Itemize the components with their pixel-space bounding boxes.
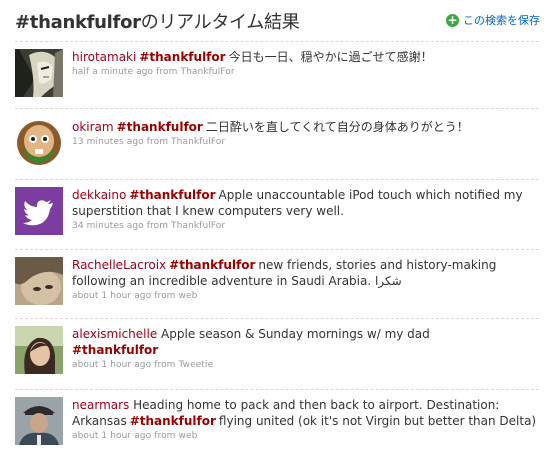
source-link[interactable]: web [179,431,198,441]
bearded-cartoon-icon [15,119,63,167]
profile-photo-icon [15,257,63,305]
from-label: from [154,431,176,441]
tweet-text-line: hirotamaki #thankfulfor 今日も一日、穏やかに過ごせて感謝！ [72,49,539,65]
title-suffix: のリアルタイム結果 [140,12,300,33]
username-link[interactable]: okiram [72,120,114,134]
timestamp-link[interactable]: 13 minutes ago [72,137,144,147]
tweet-item: hirotamaki #thankfulfor 今日も一日、穏やかに過ごせて感謝！ … [15,41,539,108]
avatar[interactable] [15,326,63,374]
save-search-label: この検索を保存 [463,14,540,27]
username-link[interactable]: dekkaino [72,188,126,202]
tweet-text-line: okiram #thankfulfor 二日酔いを直してくれて自分の身体ありがとう！ [72,119,539,135]
tweet-text: 今日も一日、穏やかに過ごせて感謝！ [228,50,433,64]
from-label: from [146,221,169,231]
tweet-text-line: #thankfulfor [72,342,539,358]
tweet-meta: 34 minutes ago from ThankfulFor [72,221,539,231]
tweet-meta: about 1 hour ago from web [72,291,539,301]
timestamp-link[interactable]: half a minute ago [72,67,153,77]
tweet-text-line: alexismichelle Apple season & Sunday mor… [72,326,539,342]
username-link[interactable]: alexismichelle [72,327,157,341]
tweet-text-line: dekkaino #thankfulfor Apple unaccountable … [72,187,539,219]
from-label: from [146,137,169,147]
anime-character-icon [15,49,63,97]
twitter-bird-icon [15,187,63,235]
tweet-content: okiram #thankfulfor 二日酔いを直してくれて自分の身体ありがとう！… [72,119,539,147]
username-link[interactable]: hirotamaki [72,50,136,64]
tweet-item: RachelleLacroix #thankfulfor new friends, … [15,249,539,318]
tweet-meta: about 1 hour ago from Tweetie [72,360,539,370]
save-search-button[interactable]: + この検索を保存 [446,12,540,28]
tweet-text: flying united (ok it's not Virgin but be… [218,414,537,428]
source-link[interactable]: ThankfulFor [171,221,225,231]
avatar[interactable] [15,397,63,445]
tweet-text-line: nearmars Heading home to pack and then b… [72,397,539,429]
profile-photo-icon [15,326,63,374]
tweet-meta: 13 minutes ago from ThankfulFor [72,137,539,147]
title-hashtag: #thankfulfor [15,12,141,33]
source-link[interactable]: ThankfulFor [171,137,225,147]
tweet-content: RachelleLacroix #thankfulfor new friends, … [72,257,539,301]
from-label: from [156,67,178,77]
hashtag-link[interactable]: #thankfulfor [129,188,215,202]
tweet-item: alexismichelle Apple season & Sunday mor… [15,318,539,389]
avatar[interactable] [15,49,63,97]
hashtag-link[interactable]: #thankfulfor [72,343,158,357]
tweet-text: 二日酔いを直してくれて自分の身体ありがとう！ [205,120,469,134]
tweet-item: okiram #thankfulfor 二日酔いを直してくれて自分の身体ありがとう！… [15,108,539,179]
tweet-item: nearmars Heading home to pack and then b… [15,389,539,459]
tweet-meta: about 1 hour ago from web [72,431,539,441]
username-link[interactable]: RachelleLacroix [72,258,166,272]
timestamp-link[interactable]: about 1 hour ago [72,360,151,370]
timestamp-link[interactable]: 34 minutes ago [72,221,144,231]
tweet-content: nearmars Heading home to pack and then b… [72,397,539,441]
tweet-meta: half a minute ago from ThankfulFor [72,67,539,77]
results-header: #thankfulforのリアルタイム結果 + この検索を保存 [0,0,548,36]
profile-photo-icon [15,397,63,445]
tweet-text-line: RachelleLacroix #thankfulfor new friends, … [72,257,539,289]
avatar[interactable] [15,257,63,305]
tweet-item: dekkaino #thankfulfor Apple unaccountable … [15,179,539,249]
timestamp-link[interactable]: about 1 hour ago [72,431,151,441]
tweet-text: Apple season & Sunday mornings w/ my dad [161,327,430,341]
plus-icon: + [446,12,459,27]
username-link[interactable]: nearmars [72,398,129,412]
source-link[interactable]: web [179,291,198,301]
tweet-list: hirotamaki #thankfulfor 今日も一日、穏やかに過ごせて感謝！ … [0,41,548,459]
tweet-content: dekkaino #thankfulfor Apple unaccountable … [72,187,539,231]
page-title: #thankfulforのリアルタイム結果 [15,8,300,34]
hashtag-link[interactable]: #thankfulfor [169,258,255,272]
tweet-content: alexismichelle Apple season & Sunday mor… [72,326,539,370]
avatar[interactable] [15,187,63,235]
from-label: from [154,360,176,370]
from-label: from [154,291,176,301]
hashtag-link[interactable]: #thankfulfor [117,120,203,134]
timestamp-link[interactable]: about 1 hour ago [72,291,151,301]
source-link[interactable]: ThankfulFor [180,67,234,77]
hashtag-link[interactable]: #thankfulfor [130,414,216,428]
tweet-content: hirotamaki #thankfulfor 今日も一日、穏やかに過ごせて感謝！ … [72,49,539,77]
avatar[interactable] [15,119,63,167]
hashtag-link[interactable]: #thankfulfor [139,50,225,64]
source-link[interactable]: Tweetie [179,360,214,370]
